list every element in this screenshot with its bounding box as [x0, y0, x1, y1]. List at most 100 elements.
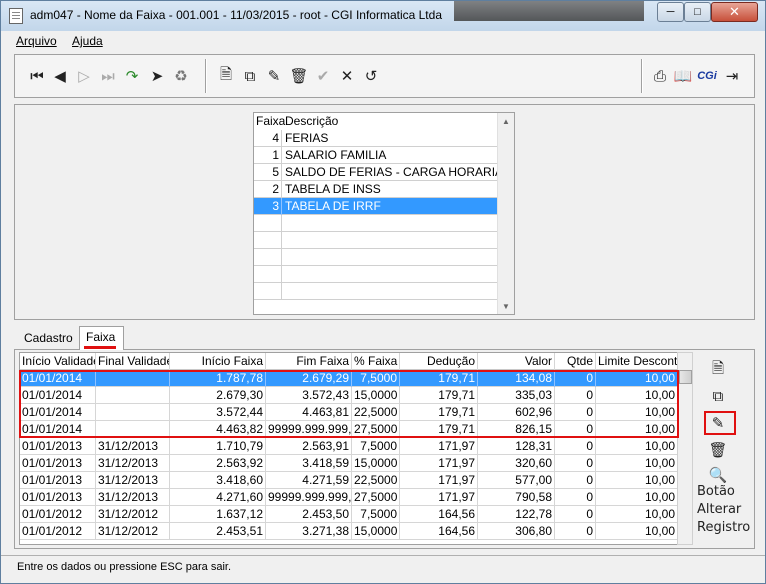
cell-fim-faixa: 2.453,50: [266, 506, 352, 523]
cell-inicio-faixa: 1.710,79: [170, 438, 266, 455]
grid-header-cell[interactable]: Fim Faixa: [266, 353, 352, 370]
list-item-selected[interactable]: 3 TABELA DE IRRF: [254, 198, 498, 215]
cell-percent-faixa: 15,0000: [352, 387, 400, 404]
table-row[interactable]: 01/01/2012 31/12/2012 2.453,51 3.271,38 15,0…: [20, 523, 692, 540]
cell-inicio-validade: 01/01/2014: [20, 421, 96, 438]
edit-record-icon[interactable]: ✎: [707, 412, 729, 434]
table-row[interactable]: 01/01/2013 31/12/2013 4.271,60 99999.999.99…: [20, 489, 692, 506]
cell-deducao: 164,56: [400, 506, 478, 523]
table-row[interactable]: 01/01/2013 31/12/2013 1.710,79 2.563,91 7,50…: [20, 438, 692, 455]
grid-header-cell[interactable]: Qtde: [555, 353, 596, 370]
list-item-empty: [254, 266, 498, 283]
delete-record-icon[interactable]: 🗑: [707, 439, 729, 461]
cell-inicio-faixa: 3.572,44: [170, 404, 266, 421]
menu-arquivo[interactable]: Arquivo: [16, 34, 57, 48]
grid-header-cell[interactable]: Final Validade: [96, 353, 170, 370]
table-row[interactable]: 01/01/2013 31/12/2013 2.563,92 3.418,59 15,0…: [20, 455, 692, 472]
first-record-icon[interactable]: ⏮: [28, 66, 46, 86]
cell-inicio-faixa: 2.563,92: [170, 455, 266, 472]
scroll-down-icon[interactable]: ▼: [498, 298, 514, 314]
cell-final-validade: 31/12/2013: [96, 472, 170, 489]
cell-qtde: 0: [555, 455, 596, 472]
cell-deducao: 171,97: [400, 438, 478, 455]
list-item[interactable]: 1 SALARIO FAMILIA: [254, 147, 498, 164]
cell-percent-faixa: 27,5000: [352, 489, 400, 506]
new-record-icon[interactable]: 🗎: [707, 359, 729, 381]
faixa-grid[interactable]: Início Validade Final Validade Início Fa…: [19, 352, 693, 545]
cancel-x-icon[interactable]: ✕: [338, 66, 356, 86]
cell-limite-desconto: 10,00: [596, 404, 678, 421]
cell-inicio-validade: 01/01/2014: [20, 370, 96, 387]
list-item-descricao: SALARIO FAMILIA: [285, 148, 387, 162]
cell-fim-faixa: 4.271,59: [266, 472, 352, 489]
redo-arrow-icon[interactable]: ↷: [123, 66, 141, 86]
edit-pencil-icon[interactable]: ✎: [265, 66, 283, 86]
grid-header-cell[interactable]: Início Validade: [20, 353, 96, 370]
grid-scrollbar[interactable]: [677, 352, 693, 545]
cell-limite-desconto: 10,00: [596, 387, 678, 404]
tab-cadastro[interactable]: Cadastro: [18, 328, 79, 349]
faixa-list[interactable]: Faixa Descrição 4 FERIAS 1 SALARIO FAMIL…: [253, 112, 515, 315]
grid-header-cell[interactable]: Valor: [478, 353, 555, 370]
cell-percent-faixa: 7,5000: [352, 506, 400, 523]
cell-percent-faixa: 15,0000: [352, 523, 400, 540]
toolbar-separator: [205, 59, 206, 93]
confirm-check-icon[interactable]: ✔: [314, 66, 332, 86]
scroll-up-icon[interactable]: ▲: [498, 113, 514, 129]
send-icon[interactable]: ➤: [148, 66, 166, 86]
title-bar[interactable]: adm047 - Nome da Faixa - 001.001 - 11/03…: [1, 1, 765, 31]
cell-valor: 577,00: [478, 472, 555, 489]
cgi-logo-icon[interactable]: CGi: [697, 66, 717, 86]
list-item-empty: [254, 249, 498, 266]
cell-fim-faixa: 2.563,91: [266, 438, 352, 455]
close-button[interactable]: ✕: [711, 2, 758, 22]
cell-qtde: 0: [555, 387, 596, 404]
delete-icon[interactable]: 🗑: [289, 66, 308, 86]
cell-qtde: 0: [555, 438, 596, 455]
grid-header-cell[interactable]: % Faixa: [352, 353, 400, 370]
cell-fim-faixa: 3.572,43: [266, 387, 352, 404]
grid-header-cell[interactable]: Dedução: [400, 353, 478, 370]
recycle-icon[interactable]: ♻: [172, 66, 190, 86]
grid-header-cell[interactable]: Início Faixa: [170, 353, 266, 370]
cell-qtde: 0: [555, 506, 596, 523]
cell-valor: 128,31: [478, 438, 555, 455]
cell-inicio-validade: 01/01/2014: [20, 404, 96, 421]
table-row[interactable]: 01/01/2014 4.463,8299999.999.999,9927,500…: [20, 421, 692, 438]
list-item[interactable]: 4 FERIAS: [254, 130, 498, 147]
maximize-button[interactable]: □: [684, 2, 711, 22]
copy-record-icon[interactable]: ⧉: [707, 385, 729, 407]
grid-header-cell[interactable]: Limite Desconto: [596, 353, 678, 370]
grid-scroll-thumb[interactable]: [679, 370, 692, 384]
minimize-icon: ─: [666, 6, 675, 18]
table-row[interactable]: 01/01/2013 31/12/2013 3.418,60 4.271,59 22,5…: [20, 472, 692, 489]
document-app-icon: [9, 8, 23, 24]
menu-ajuda[interactable]: Ajuda: [72, 34, 103, 48]
table-row[interactable]: 01/01/2014 3.572,44 4.463,81 22,5000 179,71 6…: [20, 404, 692, 421]
table-row[interactable]: 01/01/2014 2.679,30 3.572,43 15,0000 179,71 3…: [20, 387, 692, 404]
cell-inicio-faixa: 1.637,12: [170, 506, 266, 523]
list-item[interactable]: 2 TABELA DE INSS: [254, 181, 498, 198]
cell-inicio-faixa: 4.463,82: [170, 421, 266, 438]
faixa-list-scrollbar[interactable]: ▲ ▼: [497, 113, 514, 314]
list-item[interactable]: 5 SALDO DE FERIAS - CARGA HORARIA: [254, 164, 503, 181]
book-icon[interactable]: 📖: [674, 66, 693, 86]
new-document-icon[interactable]: 🗎: [217, 66, 235, 86]
list-item-faixa: 1: [254, 147, 282, 164]
table-row[interactable]: 01/01/2012 31/12/2012 1.637,12 2.453,50 7,50…: [20, 506, 692, 523]
minimize-button[interactable]: ─: [657, 2, 684, 22]
previous-record-icon[interactable]: ◀: [51, 66, 69, 86]
cell-qtde: 0: [555, 472, 596, 489]
faixa-list-header-faixa: Faixa: [256, 114, 286, 128]
undo-icon[interactable]: ↺: [362, 66, 380, 86]
exit-icon[interactable]: ⇥: [723, 66, 741, 86]
last-record-icon[interactable]: ⏭: [99, 66, 117, 86]
table-row-selected[interactable]: 01/01/2014 1.787,78 2.679,29 7,5000 179,71 13…: [20, 370, 692, 387]
copy-icon[interactable]: ⧉: [241, 66, 259, 86]
list-item-faixa: 5: [254, 164, 282, 181]
print-icon[interactable]: ⎙: [651, 66, 669, 86]
next-record-icon[interactable]: ▷: [75, 66, 93, 86]
list-item-descricao: FERIAS: [285, 131, 329, 145]
list-item-faixa: 3: [254, 198, 282, 215]
cell-inicio-validade: 01/01/2012: [20, 506, 96, 523]
